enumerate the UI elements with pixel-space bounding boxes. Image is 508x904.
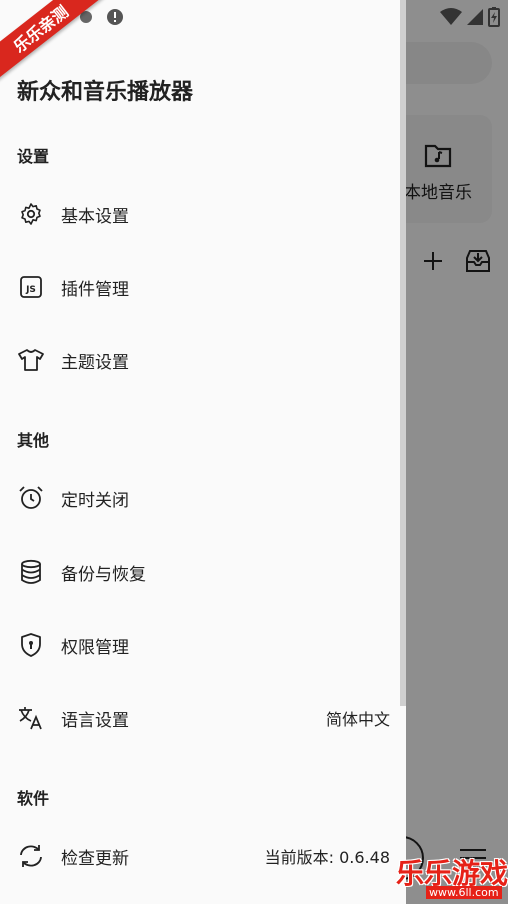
menu-item-label: 主题设置 [61, 352, 129, 373]
shield-icon [18, 632, 44, 658]
js-icon: JS [18, 274, 44, 300]
menu-item-check-update[interactable]: 检查更新 当前版本: 0.6.48 [0, 826, 400, 886]
menu-item-label: 基本设置 [61, 206, 129, 227]
menu-item-label: 语言设置 [61, 710, 129, 731]
menu-item-backup-restore[interactable]: 备份与恢复 [0, 542, 400, 602]
svg-text:JS: JS [25, 285, 36, 295]
menu-item-sleep-timer[interactable]: 定时关闭 [0, 468, 400, 528]
menu-item-label: 备份与恢复 [61, 564, 146, 585]
alarm-clock-icon [18, 485, 44, 511]
menu-item-label: 插件管理 [61, 279, 129, 300]
menu-item-label: 权限管理 [61, 637, 129, 658]
signal-icon [467, 9, 483, 25]
menu-item-plugin-management[interactable]: JS 插件管理 [0, 257, 400, 317]
section-header-other: 其他 [17, 431, 50, 450]
app-title: 新众和音乐播放器 [17, 80, 194, 105]
battery-charging-icon [488, 7, 500, 27]
refresh-icon [18, 843, 44, 869]
section-header-software: 软件 [17, 789, 50, 808]
current-language-value: 简体中文 [325, 710, 390, 729]
gear-icon [18, 201, 44, 227]
status-bar-right [440, 6, 500, 28]
menu-item-basic-settings[interactable]: 基本设置 [0, 184, 400, 244]
current-version-value: 当前版本: 0.6.48 [264, 848, 390, 867]
section-header-settings: 设置 [17, 147, 50, 166]
menu-item-language-settings[interactable]: 语言设置 简体中文 [0, 688, 400, 748]
menu-item-theme-settings[interactable]: 主题设置 [0, 330, 400, 390]
watermark-brand-url: www.6ll.com [426, 886, 502, 899]
alert-icon [107, 9, 123, 25]
translate-icon [18, 705, 44, 731]
database-icon [18, 559, 44, 585]
menu-item-label: 检查更新 [61, 848, 129, 869]
navigation-drawer: 新众和音乐播放器 设置 基本设置 JS 插件管理 主题设置 其他 定时关闭 备份… [0, 0, 406, 904]
watermark-brand: 乐乐游戏 www.6ll.com [396, 852, 508, 904]
drawer-scrollbar[interactable] [400, 0, 406, 706]
tshirt-icon [18, 347, 44, 373]
menu-item-label: 定时关闭 [61, 490, 129, 511]
wifi-icon [440, 8, 462, 25]
menu-item-permission-management[interactable]: 权限管理 [0, 615, 400, 675]
